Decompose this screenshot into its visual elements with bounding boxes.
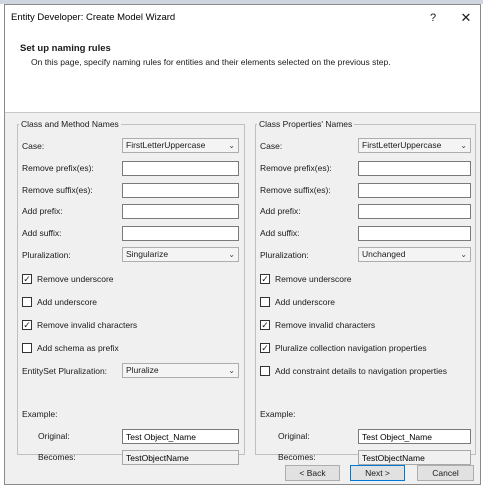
props-pluralization-select-value: Unchanged — [362, 249, 406, 259]
props-add-suffix-label: Add suffix: — [260, 228, 300, 238]
wizard-header: Set up naming rules On this page, specif… — [5, 31, 480, 113]
add-prefix-input[interactable] — [122, 204, 239, 219]
example-label: Example: — [22, 409, 58, 419]
entityset-select-value: Pluralize — [126, 365, 159, 375]
chevron-down-icon: ⌄ — [228, 250, 235, 259]
checkbox-label: Pluralize collection navigation properti… — [275, 343, 427, 353]
checkmark-icon: ✓ — [260, 273, 270, 284]
add-suffix-input[interactable] — [122, 226, 239, 241]
case-select-value: FirstLetterUppercase — [126, 140, 206, 150]
add-constraint-details-checkbox[interactable]: Add constraint details to navigation pro… — [260, 365, 447, 377]
back-button[interactable]: < Back — [285, 465, 340, 481]
next-button[interactable]: Next > — [350, 465, 405, 481]
page-heading: Set up naming rules — [20, 43, 111, 54]
props-case-label: Case: — [260, 141, 283, 151]
props-add-suffix-input[interactable] — [358, 226, 471, 241]
props-original-example-input[interactable] — [358, 429, 471, 444]
chevron-down-icon: ⌄ — [228, 366, 235, 375]
case-label: Case: — [22, 141, 45, 151]
checkmark-icon: ✓ — [260, 319, 270, 330]
props-add-underscore-checkbox[interactable]: Add underscore — [260, 296, 335, 308]
checkmark-icon: ✓ — [260, 342, 270, 353]
props-remove-suffix-input[interactable] — [358, 183, 471, 198]
chevron-down-icon: ⌄ — [460, 141, 467, 150]
checkbox-label: Add schema as prefix — [37, 343, 119, 353]
props-remove-invalid-characters-checkbox[interactable]: ✓ Remove invalid characters — [260, 319, 375, 331]
checkmark-icon: ✓ — [22, 319, 32, 330]
wizard-dialog: Entity Developer: Create Model Wizard ? … — [4, 4, 481, 485]
props-pluralization-label: Pluralization: — [260, 250, 309, 260]
remove-underscore-checkbox[interactable]: ✓ Remove underscore — [22, 273, 114, 285]
page-description: On this page, specify naming rules for e… — [31, 57, 391, 67]
case-select[interactable]: FirstLetterUppercase ⌄ — [122, 138, 239, 153]
group-legend: Class Properties' Names — [259, 119, 353, 129]
remove-prefix-input[interactable] — [122, 161, 239, 176]
props-remove-underscore-checkbox[interactable]: ✓ Remove underscore — [260, 273, 352, 285]
becomes-label: Becomes: — [38, 452, 76, 462]
remove-suffix-input[interactable] — [122, 183, 239, 198]
remove-invalid-characters-checkbox[interactable]: ✓ Remove invalid characters — [22, 319, 137, 331]
remove-suffix-label: Remove suffix(es): — [22, 185, 93, 195]
checkbox-label: Add underscore — [37, 297, 98, 307]
props-remove-prefix-label: Remove prefix(es): — [260, 163, 332, 173]
pluralize-collection-navigation-checkbox[interactable]: ✓ Pluralize collection navigation propert… — [260, 342, 427, 354]
checkbox-empty-icon — [22, 296, 32, 307]
checkbox-empty-icon — [22, 342, 32, 353]
checkbox-label: Add constraint details to navigation pro… — [275, 366, 447, 376]
original-label: Original: — [38, 431, 70, 441]
window-title: Entity Developer: Create Model Wizard — [11, 12, 176, 23]
chevron-down-icon: ⌄ — [460, 250, 467, 259]
close-button[interactable]: ✕ — [457, 9, 475, 27]
checkbox-empty-icon — [260, 365, 270, 376]
entityset-pluralization-select[interactable]: Pluralize ⌄ — [122, 363, 239, 378]
checkbox-label: Add underscore — [275, 297, 336, 307]
props-add-prefix-label: Add prefix: — [260, 206, 301, 216]
add-underscore-checkbox[interactable]: Add underscore — [22, 296, 97, 308]
props-remove-prefix-input[interactable] — [358, 161, 471, 176]
group-legend: Class and Method Names — [21, 119, 119, 129]
props-original-label: Original: — [278, 431, 310, 441]
wizard-footer: < Back Next > Cancel — [5, 463, 480, 484]
checkbox-label: Remove underscore — [37, 274, 114, 284]
props-case-select[interactable]: FirstLetterUppercase ⌄ — [358, 138, 471, 153]
pluralization-select[interactable]: Singularize ⌄ — [122, 247, 239, 262]
props-example-label: Example: — [260, 409, 296, 419]
original-example-input[interactable] — [122, 429, 239, 444]
checkmark-icon: ✓ — [22, 273, 32, 284]
help-button[interactable]: ? — [425, 10, 441, 26]
props-pluralization-select[interactable]: Unchanged ⌄ — [358, 247, 471, 262]
chevron-down-icon: ⌄ — [228, 141, 235, 150]
pluralization-label: Pluralization: — [22, 250, 71, 260]
add-suffix-label: Add suffix: — [22, 228, 62, 238]
title-bar: Entity Developer: Create Model Wizard ? … — [5, 5, 480, 31]
props-case-select-value: FirstLetterUppercase — [362, 140, 442, 150]
pluralization-select-value: Singularize — [126, 249, 169, 259]
remove-prefix-label: Remove prefix(es): — [22, 163, 94, 173]
add-prefix-label: Add prefix: — [22, 206, 63, 216]
checkbox-empty-icon — [260, 296, 270, 307]
cancel-button[interactable]: Cancel — [417, 465, 474, 481]
checkbox-label: Remove underscore — [275, 274, 352, 284]
checkbox-label: Remove invalid characters — [275, 320, 376, 330]
props-add-prefix-input[interactable] — [358, 204, 471, 219]
props-becomes-label: Becomes: — [278, 452, 316, 462]
checkbox-label: Remove invalid characters — [37, 320, 138, 330]
entityset-pluralization-label: EntitySet Pluralization: — [22, 366, 108, 376]
props-remove-suffix-label: Remove suffix(es): — [260, 185, 331, 195]
add-schema-prefix-checkbox[interactable]: Add schema as prefix — [22, 342, 119, 354]
